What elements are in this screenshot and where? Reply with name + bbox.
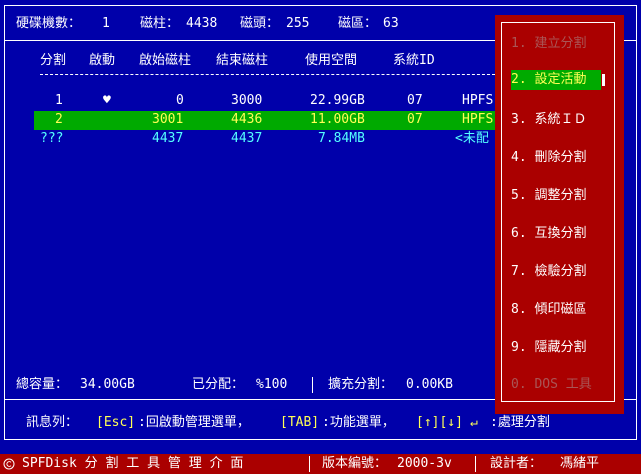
enter-key-description: :處理分割 — [490, 415, 550, 430]
col-header-end-cylinder: 結束磁柱 — [216, 53, 269, 68]
cell-start: 0 — [176, 93, 184, 108]
menu-item-hide-partition[interactable]: 9. 隱藏分割 — [511, 338, 586, 358]
frame-left-border — [4, 5, 5, 440]
cell-size: 11.00GB — [310, 112, 365, 127]
summary-divider — [312, 377, 313, 393]
menu-item-dump-sectors[interactable]: 8. 傾印磁區 — [511, 300, 586, 320]
cylinders-label: 磁柱： — [140, 16, 180, 31]
cell-sysid: 07 — [407, 93, 423, 108]
version-label: 版本編號： — [322, 456, 388, 471]
designer-label: 設計者： — [490, 456, 543, 471]
app-title: SPFDisk 分 割 工 具 管 理 介 面 — [22, 456, 244, 471]
cell-size: 22.99GB — [310, 93, 365, 108]
menu-item-swap-partition[interactable]: 6. 互換分割 — [511, 224, 586, 244]
message-prefix: 訊息列： — [26, 415, 79, 430]
tab-key-hint: [TAB] — [280, 415, 320, 430]
extended-partition-label: 擴充分割： — [328, 377, 394, 392]
col-header-system-id: 系統ID — [393, 53, 435, 68]
col-header-partition: 分割 — [40, 53, 67, 68]
cell-partition: 2 — [55, 112, 63, 127]
disk-count-label: 硬碟機數： — [16, 16, 82, 31]
cell-end: 4437 — [231, 131, 263, 146]
cell-type: HPFS — [462, 112, 494, 127]
frame-bottom-border — [4, 439, 637, 440]
cell-start: 3001 — [152, 112, 184, 127]
cell-partition: ??? — [40, 131, 64, 146]
menu-item-delete-partition[interactable]: 4. 刪除分割 — [511, 148, 586, 168]
status-divider — [309, 456, 310, 472]
menu-item-verify-partition[interactable]: 7. 檢驗分割 — [511, 262, 586, 282]
total-capacity-label: 總容量： — [16, 377, 69, 392]
table-row[interactable]: 1 ♥ 0 3000 22.99GB 07 HPFS — [0, 92, 495, 110]
enter-key-icon: ↵ — [470, 415, 478, 430]
col-header-boot: 啟動 — [89, 53, 116, 68]
heads-value: 255 — [286, 16, 310, 31]
frame-top-border — [4, 5, 637, 6]
cell-end: 3000 — [231, 93, 263, 108]
heads-label: 磁頭： — [240, 16, 280, 31]
extended-partition-value: 0.00KB — [406, 377, 453, 392]
menu-item-system-id[interactable]: 3. 系統ＩＤ — [511, 110, 586, 130]
cell-start: 4437 — [152, 131, 184, 146]
cylinders-value: 4438 — [186, 16, 218, 31]
status-divider — [475, 456, 476, 472]
cell-sysid: 07 — [407, 112, 423, 127]
menu-item-dos-tools[interactable]: 0. DOS 工具 — [511, 375, 592, 395]
esc-key-description: :回啟動管理選單， — [138, 415, 250, 430]
allocated-value: %100 — [256, 377, 288, 392]
spfdisk-screen: { "header": { "disk_count_label": "硬碟機數：… — [0, 0, 641, 474]
allocated-label: 已分配： — [192, 377, 245, 392]
cell-partition: 1 — [55, 93, 63, 108]
sectors-label: 磁區： — [338, 16, 378, 31]
table-row[interactable]: 2 3001 4436 11.00GB 07 HPFS — [0, 111, 495, 129]
sectors-value: 63 — [383, 16, 399, 31]
frame-right-border — [636, 5, 637, 440]
menu-item-set-active[interactable]: 2. 設定活動 — [511, 70, 586, 90]
col-header-start-cylinder: 啟始磁柱 — [139, 53, 192, 68]
cell-type: HPFS — [462, 93, 494, 108]
boot-heart-icon: ♥ — [103, 93, 111, 108]
tab-key-description: :功能選單， — [322, 415, 395, 430]
table-row[interactable]: ??? 4437 4437 7.84MB <未配 — [0, 130, 495, 148]
designer-value: 馮緒平 — [560, 456, 600, 471]
cell-size: 7.84MB — [318, 131, 365, 146]
col-header-used-space: 使用空間 — [305, 53, 358, 68]
header-dash-separator — [40, 74, 495, 75]
menu-cursor-icon — [602, 74, 605, 86]
cell-type: <未配 — [455, 131, 489, 146]
esc-key-hint: [Esc] — [96, 415, 136, 430]
disk-count-value: 1 — [102, 16, 110, 31]
arrow-keys-hint: [↑][↓] — [416, 415, 463, 430]
version-value: 2000-3v — [397, 456, 452, 471]
menu-item-create-partition[interactable]: 1. 建立分割 — [511, 34, 586, 54]
menu-item-resize-partition[interactable]: 5. 調整分割 — [511, 186, 586, 206]
cell-end: 4436 — [231, 112, 263, 127]
copyright-icon — [3, 458, 15, 470]
total-capacity-value: 34.00GB — [80, 377, 135, 392]
